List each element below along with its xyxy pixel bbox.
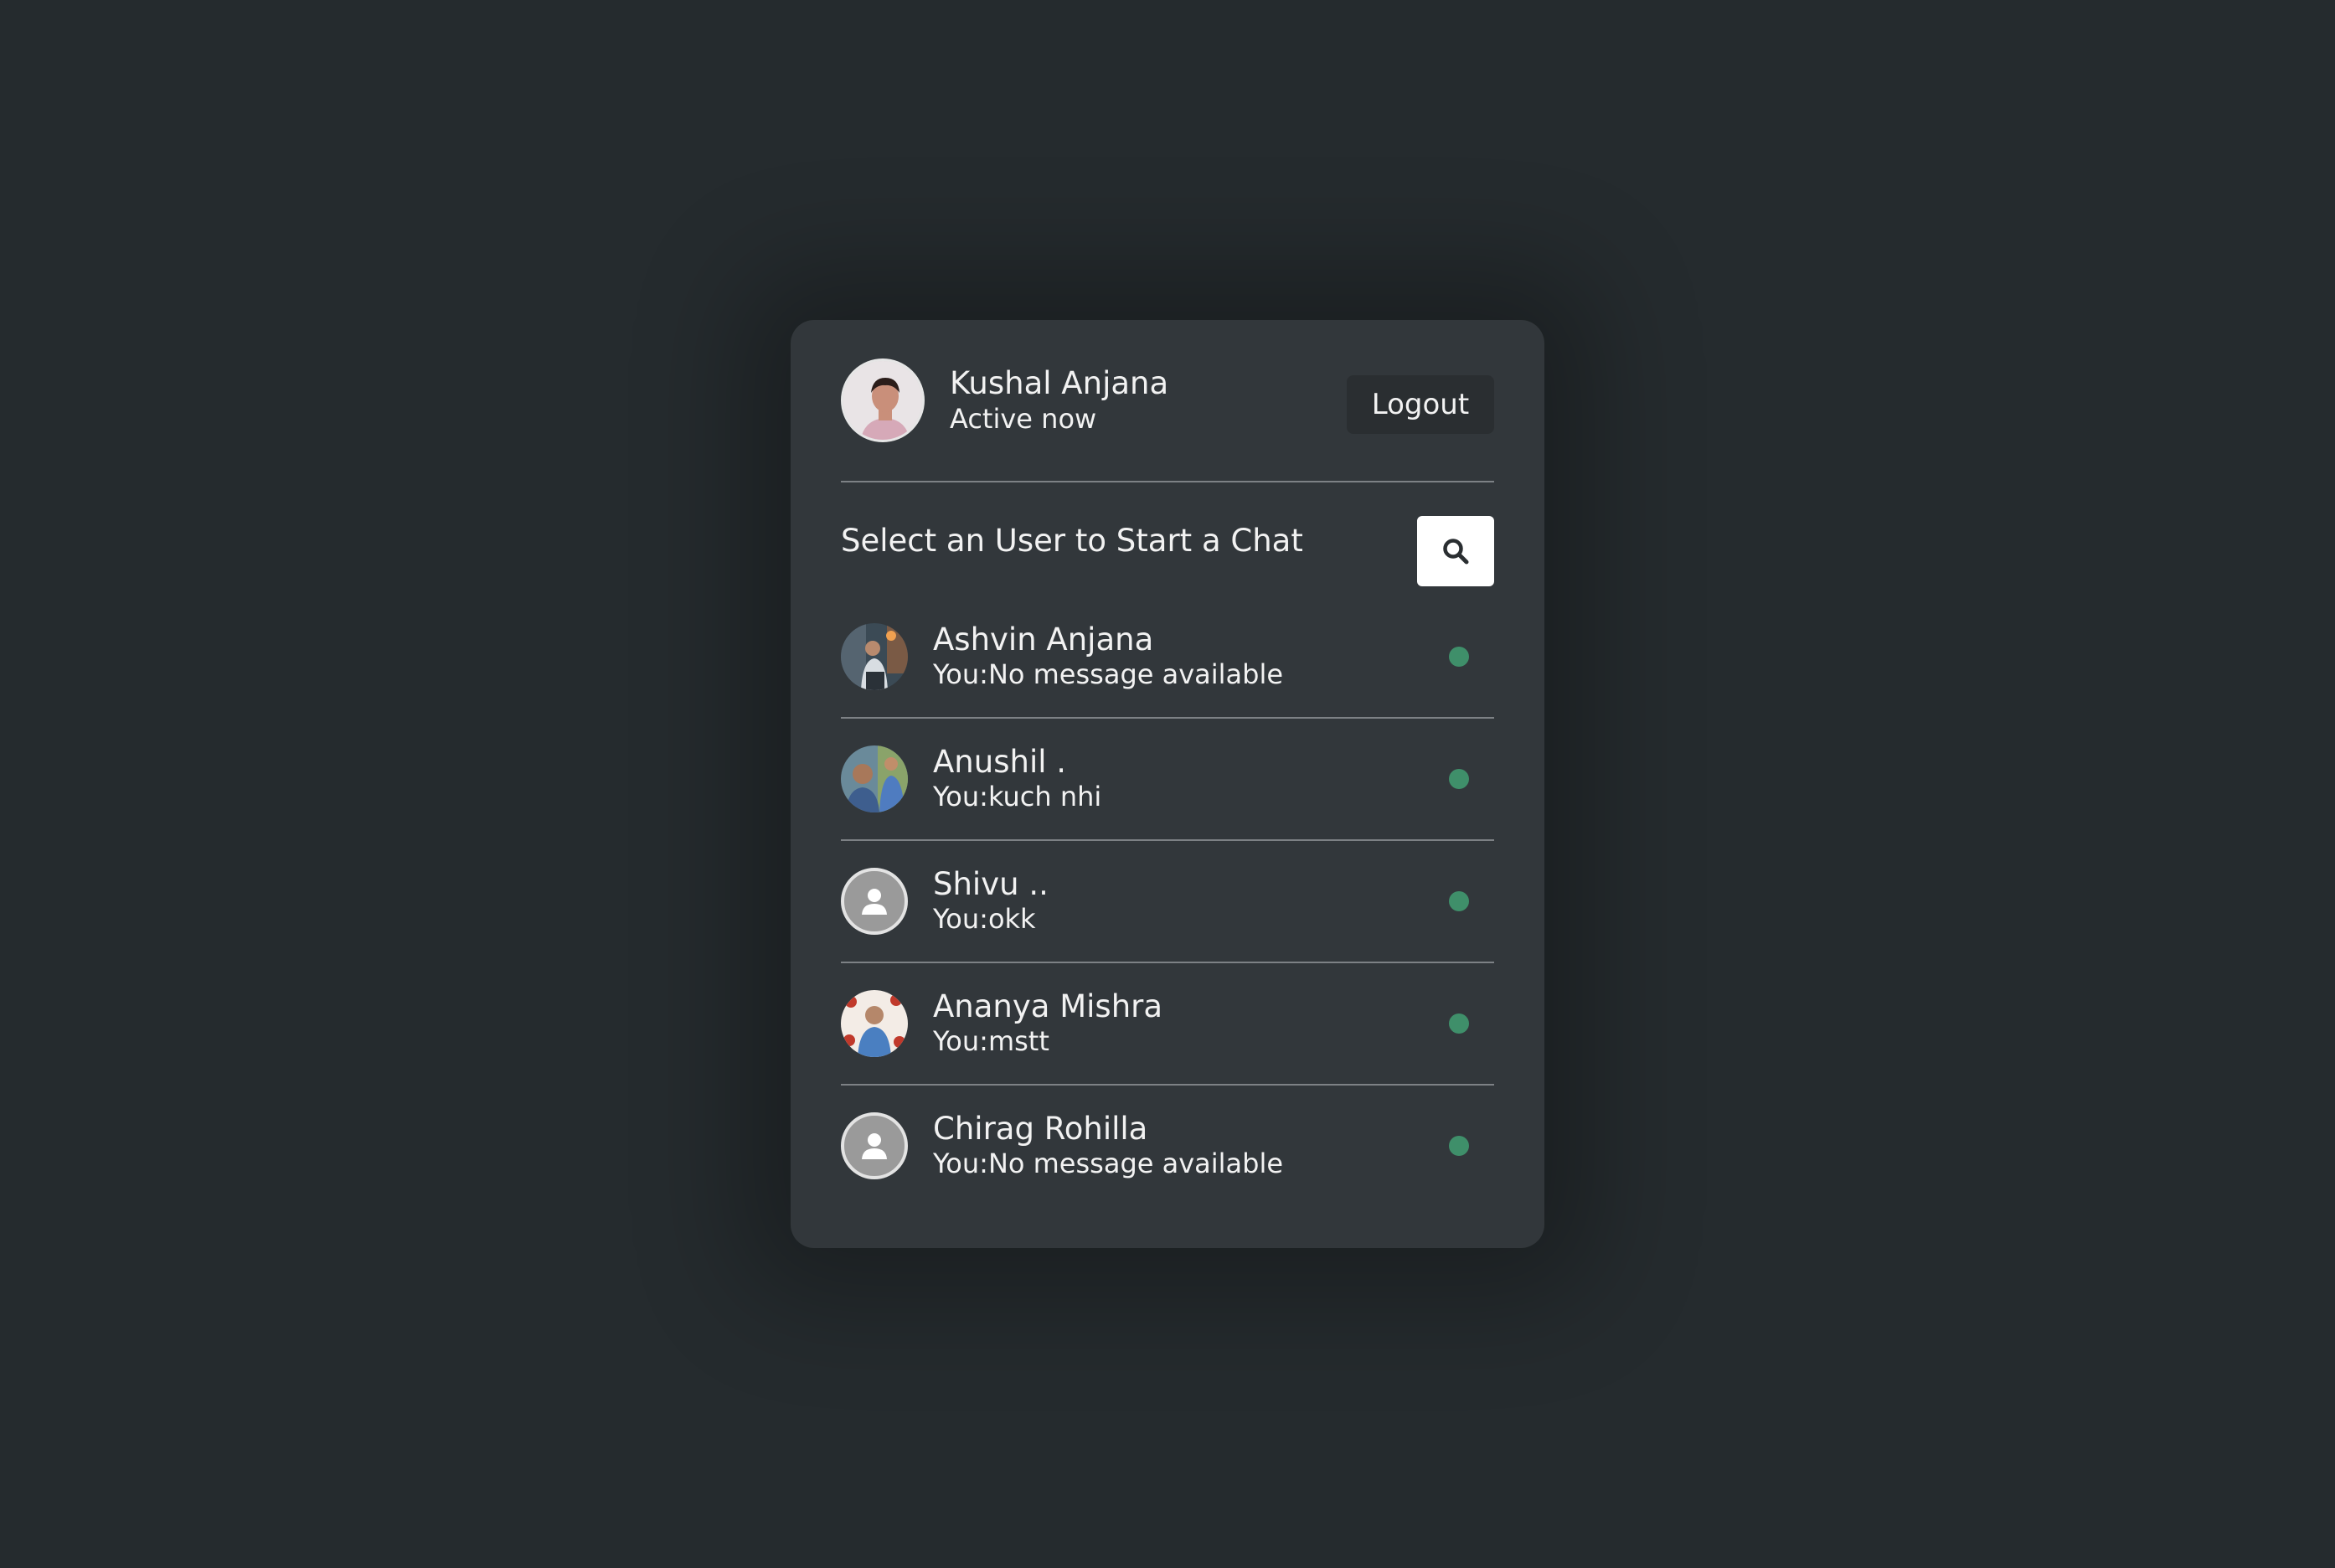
user-list-item[interactable]: Shivu .. You:okk: [841, 841, 1494, 963]
user-name: Anushil .: [933, 744, 1067, 780]
user-last-message: You:No message available: [933, 658, 1284, 690]
current-user-status: Active now: [950, 403, 1097, 435]
online-status-dot: [1449, 1136, 1469, 1156]
user-last-message: You:No message available: [933, 1148, 1284, 1179]
user-info: Chirag Rohilla You:No message available: [933, 1112, 1283, 1180]
logout-button[interactable]: Logout: [1347, 375, 1494, 434]
user-last-message: You:mstt: [933, 1025, 1049, 1057]
user-name: Ananya Mishra: [933, 988, 1163, 1024]
search-button[interactable]: [1417, 516, 1494, 586]
user-list-item[interactable]: Anushil . You:kuch nhi: [841, 719, 1494, 841]
user-list-item[interactable]: Ashvin Anjana You:No message available: [841, 596, 1494, 719]
user-info: Anushil . You:kuch nhi: [933, 745, 1101, 813]
search-prompt-text: Select an User to Start a Chat: [841, 522, 1303, 559]
default-user-icon: [841, 868, 908, 935]
profile-header: Kushal Anjana Active now Logout: [841, 320, 1494, 482]
online-status-dot: [1449, 647, 1469, 667]
current-user-name: Kushal Anjana: [950, 365, 1169, 401]
online-status-dot: [1449, 1014, 1469, 1034]
search-icon: [1443, 539, 1469, 565]
user-name: Chirag Rohilla: [933, 1111, 1148, 1147]
user-name: Shivu ..: [933, 866, 1049, 902]
user-list-item[interactable]: Ananya Mishra You:mstt: [841, 963, 1494, 1086]
user-info: Ananya Mishra You:mstt: [933, 989, 1162, 1058]
user-list-item[interactable]: Chirag Rohilla You:No message available: [841, 1086, 1494, 1206]
online-status-dot: [1449, 891, 1469, 911]
default-user-icon: [841, 1112, 908, 1179]
user-avatar: [841, 745, 908, 812]
user-avatar: [841, 990, 908, 1057]
user-info: Shivu .. You:okk: [933, 867, 1049, 936]
online-status-dot: [1449, 769, 1469, 789]
chat-users-panel: Kushal Anjana Active now Logout Select a…: [791, 320, 1544, 1248]
user-info: Ashvin Anjana You:No message available: [933, 622, 1283, 691]
current-user-info: Kushal Anjana Active now: [950, 365, 1168, 436]
user-last-message: You:okk: [933, 903, 1036, 935]
user-avatar: [841, 623, 908, 690]
search-bar: Select an User to Start a Chat: [841, 482, 1494, 588]
user-last-message: You:kuch nhi: [933, 781, 1102, 812]
user-name: Ashvin Anjana: [933, 622, 1154, 658]
user-list: Ashvin Anjana You:No message available A…: [841, 596, 1494, 1206]
current-user-avatar: [841, 358, 925, 442]
